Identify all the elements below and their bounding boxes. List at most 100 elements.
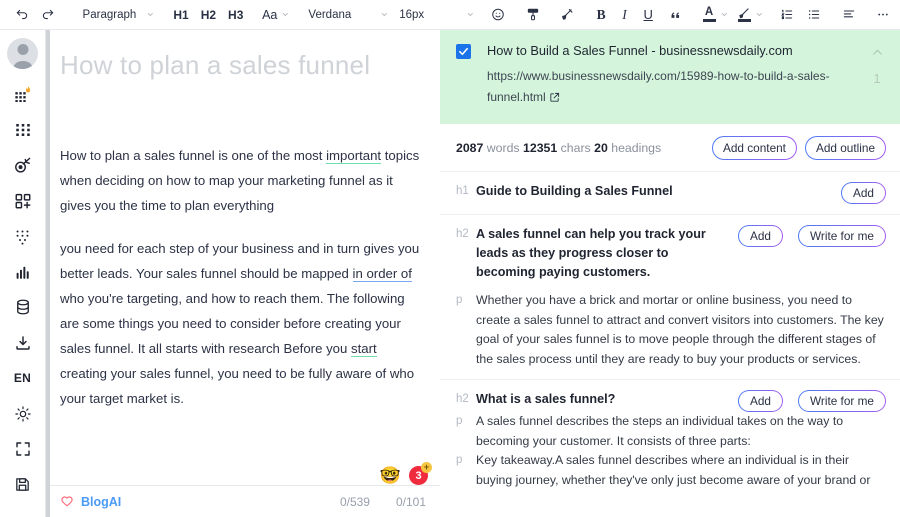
result-index: 1	[873, 71, 881, 86]
outline-heading-body: A sales funnel can help you track your l…	[476, 225, 730, 282]
chevron-down-icon[interactable]	[146, 9, 155, 20]
outline-write-for-me-button[interactable]: Write for me	[798, 225, 886, 247]
editor-scrollbar[interactable]	[46, 30, 50, 517]
outline-write-for-me-button[interactable]: Write for me	[798, 390, 886, 412]
outline-paragraph-row: p A sales funnel describes the steps an …	[456, 412, 886, 451]
external-link-icon[interactable]	[549, 89, 560, 110]
heart-icon	[61, 495, 73, 506]
emoji-icon[interactable]	[487, 3, 509, 27]
nerd-face-emoji-badge[interactable]: 🤓	[380, 467, 401, 484]
research-panel: How to Build a Sales Funnel - businessne…	[440, 30, 900, 517]
grammar-suggestion-in-order-of[interactable]: in order of	[352, 265, 412, 282]
outline-paragraph-text[interactable]: A sales funnel describes the steps an in…	[476, 412, 886, 451]
chevron-down-icon[interactable]	[380, 9, 389, 20]
font-family-select[interactable]: Verdana	[302, 3, 380, 27]
bullet-list-icon[interactable]	[803, 3, 825, 27]
text-highlight-icon[interactable]	[733, 3, 755, 27]
database-icon[interactable]	[6, 290, 40, 324]
document-title-placeholder[interactable]: How to plan a sales funnel	[60, 50, 420, 81]
font-size-select[interactable]: 16px	[393, 3, 430, 27]
italic-button[interactable]: I	[616, 3, 633, 27]
underline-button[interactable]: U	[637, 3, 658, 27]
suggestion-count-badge[interactable]: 3 +	[409, 462, 432, 485]
download-icon[interactable]	[6, 326, 40, 360]
outline-paragraph-text[interactable]: Key takeaway.A sales funnel describes wh…	[476, 451, 886, 490]
language-en-label: EN	[13, 371, 32, 385]
outline-block: h2 A sales funnel can help you track you…	[440, 215, 900, 381]
text-case-button[interactable]: Aa	[254, 3, 281, 27]
add-module-icon[interactable]	[6, 184, 40, 218]
outline-heading-text[interactable]: Guide to Building a Sales Funnel	[476, 182, 827, 201]
outline-tag: h2	[456, 228, 469, 241]
grammar-suggestion-important[interactable]: important	[326, 147, 382, 164]
left-icon-rail: EN	[0, 30, 45, 517]
add-outline-button[interactable]: Add outline	[805, 136, 886, 160]
heading-count-value: 20	[594, 141, 608, 156]
chevron-down-icon[interactable]	[720, 9, 729, 20]
chevron-down-icon[interactable]	[466, 9, 475, 20]
suggestion-count: 3	[415, 469, 422, 482]
word-count-value: 2087	[456, 141, 484, 156]
bold-button[interactable]: B	[591, 3, 612, 27]
align-left-icon[interactable]	[838, 3, 860, 27]
heading-2-button[interactable]: H2	[195, 3, 222, 27]
outline-tag: p	[456, 415, 463, 428]
outline-heading-row: h2 A sales funnel can help you track you…	[456, 225, 886, 282]
undo-icon[interactable]	[11, 3, 33, 27]
chevron-down-icon[interactable]	[281, 9, 290, 20]
text-color-button[interactable]: A	[698, 3, 720, 27]
heading-count-label: headings	[611, 141, 662, 156]
fullscreen-icon[interactable]	[6, 432, 40, 466]
outline-block: h1 Guide to Building a Sales Funnel Add	[440, 172, 900, 216]
heading-3-button[interactable]: H3	[222, 3, 249, 27]
avatar[interactable]	[7, 38, 38, 69]
formatting-toolbar: Paragraph H1 H2 H3 Aa Verdana 16px B I U…	[0, 0, 900, 30]
app-root: Paragraph H1 H2 H3 Aa Verdana 16px B I U…	[0, 0, 900, 517]
block-style-select[interactable]: Paragraph	[77, 3, 147, 27]
format-paint-icon[interactable]	[522, 3, 544, 27]
result-title[interactable]: How to Build a Sales Funnel - businessne…	[487, 42, 854, 59]
grid-icon[interactable]	[6, 113, 40, 147]
save-icon[interactable]	[6, 468, 40, 502]
outline-add-button[interactable]: Add	[738, 225, 783, 247]
outline-add-button[interactable]: Add	[841, 182, 886, 204]
text-color-letter: A	[704, 6, 714, 19]
outline-add-button[interactable]: Add	[738, 390, 783, 412]
redo-icon[interactable]	[37, 3, 59, 27]
outline-heading-row: h2 What is a sales funnel? Add Write for…	[456, 390, 886, 412]
brand-blogai[interactable]: BlogAI	[60, 495, 121, 509]
outline-paragraph-row: p Whether you have a brick and mortar or…	[456, 291, 886, 369]
outline-actions: Add	[833, 182, 886, 204]
outline-list: h1 Guide to Building a Sales Funnel Add …	[440, 172, 900, 517]
more-horizontal-icon[interactable]	[872, 3, 894, 27]
outline-tag: p	[456, 454, 463, 467]
document-editor[interactable]: How to plan a sales funnel How to plan a…	[46, 30, 440, 485]
highlight-pen-icon[interactable]	[556, 3, 578, 27]
outline-heading-text[interactable]: What is a sales funnel?	[476, 390, 724, 409]
editor-footer: BlogAI 0/539 0/101	[46, 485, 440, 517]
comet-icon[interactable]	[6, 148, 40, 182]
add-content-button[interactable]: Add content	[712, 136, 797, 160]
trending-grid-icon[interactable]	[6, 77, 40, 111]
chevron-down-icon[interactable]	[755, 9, 764, 20]
outline-tag: h1	[456, 185, 469, 198]
grammar-suggestion-start[interactable]: start	[351, 340, 377, 357]
document-paragraph-2[interactable]: you need for each step of your business …	[60, 236, 420, 411]
heading-1-button[interactable]: H1	[167, 3, 194, 27]
char-count-value: 12351	[523, 141, 558, 156]
blockquote-icon[interactable]	[664, 3, 686, 27]
footer-count-left: 0/539	[339, 494, 370, 509]
bar-chart-icon[interactable]	[6, 255, 40, 289]
ordered-list-icon[interactable]	[776, 3, 798, 27]
brightness-icon[interactable]	[6, 397, 40, 431]
result-url[interactable]: https://www.businessnewsdaily.com/15989-…	[487, 66, 854, 110]
document-paragraph-1[interactable]: How to plan a sales funnel is one of the…	[60, 143, 420, 218]
outline-paragraph-text[interactable]: Whether you have a brick and mortar or o…	[476, 291, 886, 369]
dots-grid-icon[interactable]	[6, 219, 40, 253]
result-text-block: How to Build a Sales Funnel - businessne…	[471, 42, 864, 110]
result-checkbox[interactable]	[456, 44, 471, 59]
outline-block: h2 What is a sales funnel? Add Write for…	[440, 380, 900, 500]
chevron-up-icon[interactable]	[871, 46, 884, 59]
language-en-button[interactable]: EN	[6, 361, 40, 395]
outline-heading-text[interactable]: A sales funnel can help you track your l…	[476, 225, 724, 282]
